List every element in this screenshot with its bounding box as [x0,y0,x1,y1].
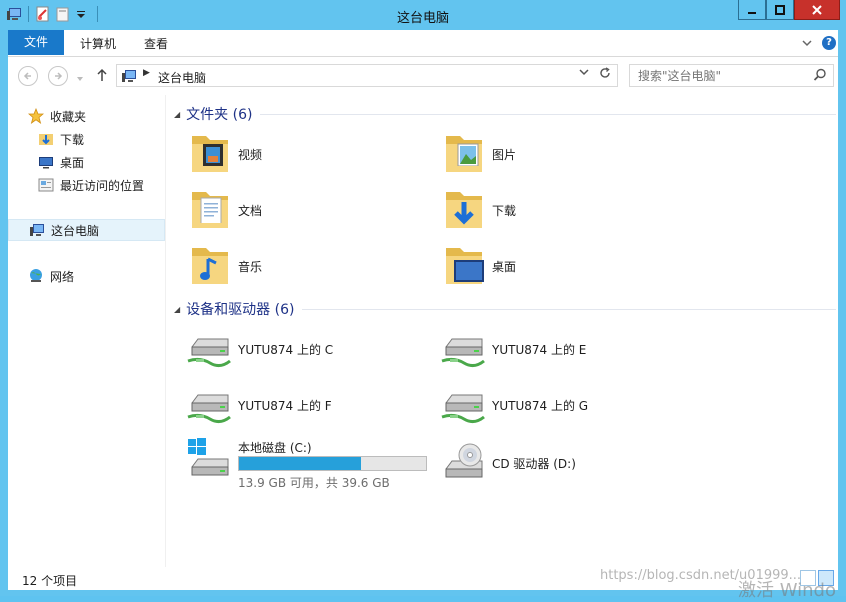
folder-downloads[interactable]: 下载 [440,184,680,236]
navigation-bar: ▶ 这台电脑 [8,57,838,95]
sidebar-item-network[interactable]: 网络 [8,265,165,287]
back-button[interactable] [18,66,38,86]
folder-label: 图片 [492,147,517,162]
sidebar-item-label: 网络 [50,269,75,284]
sidebar-item-label: 下载 [60,132,85,147]
pictures-folder-icon [440,130,488,178]
folder-label: 视频 [238,147,263,162]
ribbon-right-controls: ? [802,36,836,50]
address-bar[interactable]: ▶ 这台电脑 [116,64,618,87]
address-dropdown-chevron-icon[interactable] [579,68,589,79]
group-divider [260,113,836,115]
forward-button[interactable] [48,66,68,86]
network-drive-f[interactable]: YUTU874 上的 F [186,379,426,431]
sidebar-item-label: 收藏夹 [50,109,87,124]
folder-label: 桌面 [492,259,517,274]
file-view: ◢ 文件夹 (6) 视频 图片 文档 下载 音乐 桌面 ◢ 设备和驱动器 (6)… [166,95,838,567]
downloads-folder-icon [440,186,488,234]
drive-label: YUTU874 上的 F [238,398,332,413]
drive-label: CD 驱动器 (D:) [492,456,576,471]
ribbon-tab-bar: 文件 计算机 查看 ? [8,30,838,57]
folder-label: 音乐 [238,259,263,274]
folder-videos[interactable]: 视频 [186,128,426,180]
sidebar-item-label: 最近访问的位置 [60,178,145,193]
folder-documents[interactable]: 文档 [186,184,426,236]
network-drive-icon [186,325,234,373]
drive-label: 本地磁盘 (C:) [238,441,312,455]
sidebar-item-recent-places[interactable]: 最近访问的位置 [8,174,165,196]
network-drive-e[interactable]: YUTU874 上的 E [440,323,680,375]
activate-windows-watermark: 激活 Windo [738,580,836,601]
folders-group-header[interactable]: ◢ 文件夹 (6) [174,104,836,124]
recent-places-icon [38,177,54,193]
cd-drive-d[interactable]: CD 驱动器 (D:) [440,437,680,489]
tab-computer[interactable]: 计算机 [66,32,130,56]
window-controls [738,0,840,20]
local-disk-c[interactable]: 本地磁盘 (C:) 13.9 GB 可用，共 39.6 GB [186,435,436,490]
network-drive-g[interactable]: YUTU874 上的 G [440,379,680,431]
tab-view[interactable]: 查看 [130,32,182,56]
network-drive-icon [440,325,488,373]
music-folder-icon [186,242,234,290]
folder-label: 文档 [238,203,263,218]
window-title: 这台电脑 [396,11,449,26]
drive-label: YUTU874 上的 C [238,342,334,357]
explorer-window: 这台电脑 文件 计算机 查看 ? ▶ 这台电脑 搜索"这台电脑" 收藏夹 下载 … [0,0,846,601]
sidebar-item-desktop[interactable]: 桌面 [8,151,165,173]
desktop-icon [38,154,54,170]
collapse-caret-icon[interactable]: ◢ [174,110,180,119]
collapse-caret-icon[interactable]: ◢ [174,305,180,314]
network-drive-icon [186,381,234,429]
sidebar-item-this-pc[interactable]: 这台电脑 [8,219,165,241]
title-bar: 这台电脑 [0,0,846,30]
videos-folder-icon [186,130,234,178]
group-title: 设备和驱动器 (6) [186,302,295,318]
content-area: 收藏夹 下载 桌面 最近访问的位置 这台电脑 网络 ◢ 文件夹 (6) 视频 图… [8,95,838,567]
folder-label: 下载 [492,203,517,218]
item-count: 12 个项目 [22,574,78,588]
drive-label: YUTU874 上的 E [492,342,587,357]
star-icon [27,107,45,124]
network-drive-c[interactable]: YUTU874 上的 C [186,323,426,375]
close-button[interactable] [794,0,840,20]
downloads-folder-icon [38,131,54,147]
breadcrumb[interactable]: 这台电脑 [158,69,206,86]
desktop-folder-icon [440,242,488,290]
search-box [629,64,834,87]
help-icon[interactable]: ? [822,36,836,50]
computer-icon [121,68,137,87]
sidebar-item-downloads[interactable]: 下载 [8,128,165,150]
sidebar-item-label: 桌面 [60,155,85,170]
cd-drive-icon [440,439,488,487]
search-icon[interactable] [813,68,827,85]
disk-usage-bar [238,456,427,471]
drive-label: YUTU874 上的 G [492,398,589,413]
disk-space-info: 13.9 GB 可用，共 39.6 GB [238,476,390,490]
disk-usage-fill [239,457,361,470]
folder-music[interactable]: 音乐 [186,240,426,292]
documents-folder-icon [186,186,234,234]
windows-drive-icon [186,437,234,485]
breadcrumb-separator-icon[interactable]: ▶ [143,68,150,78]
folder-pictures[interactable]: 图片 [440,128,680,180]
minimize-button[interactable] [738,0,766,20]
network-drive-icon [440,381,488,429]
search-input[interactable] [638,68,808,84]
maximize-button[interactable] [766,0,794,20]
devices-group-header[interactable]: ◢ 设备和驱动器 (6) [174,299,836,319]
sidebar-item-favorites[interactable]: 收藏夹 [8,105,165,127]
refresh-icon[interactable] [599,67,611,83]
tab-file[interactable]: 文件 [8,30,65,55]
network-icon [28,268,44,284]
group-title: 文件夹 (6) [186,107,253,123]
up-arrow-icon[interactable] [96,68,108,85]
folder-desktop[interactable]: 桌面 [440,240,680,292]
group-divider [302,308,836,310]
recent-locations-chevron-icon[interactable] [76,71,84,85]
computer-icon [29,222,45,238]
navigation-pane: 收藏夹 下载 桌面 最近访问的位置 这台电脑 网络 [8,95,166,567]
sidebar-item-label: 这台电脑 [51,223,100,238]
expand-ribbon-chevron-icon[interactable] [802,36,812,50]
